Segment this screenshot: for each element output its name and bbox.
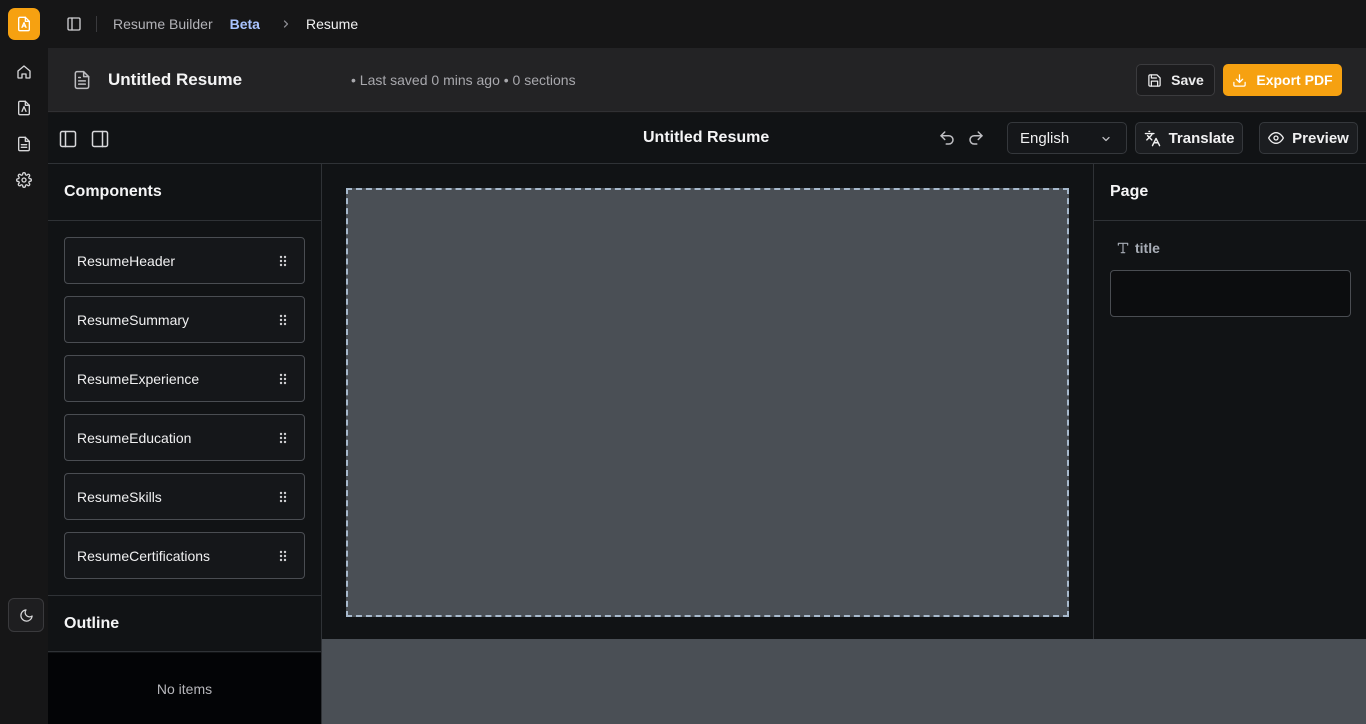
- resume-page-dropzone[interactable]: [346, 188, 1069, 617]
- app-rail: [0, 0, 48, 724]
- preview-label: Preview: [1292, 129, 1349, 147]
- canvas-overflow-area: [322, 639, 1366, 724]
- document-header: Untitled Resume • Last saved 0 mins ago …: [48, 48, 1366, 112]
- components-list: ResumeHeader ResumeSummary ResumeExperie…: [48, 221, 321, 579]
- breadcrumb-current: Resume: [305, 16, 359, 32]
- component-item[interactable]: ResumeEducation: [64, 414, 305, 461]
- language-select[interactable]: English: [1007, 122, 1127, 154]
- editor-title: Untitled Resume: [643, 129, 770, 146]
- home-icon[interactable]: [14, 62, 34, 82]
- drag-handle-icon[interactable]: [278, 491, 288, 503]
- download-icon: [1232, 73, 1247, 88]
- breadcrumb-app[interactable]: Resume Builder: [113, 16, 213, 32]
- component-label: ResumeHeader: [77, 252, 176, 269]
- title-input[interactable]: [1110, 270, 1351, 317]
- title-field-label: title: [1116, 240, 1160, 256]
- chevron-down-icon: [1100, 133, 1112, 145]
- component-item[interactable]: ResumeHeader: [64, 237, 305, 284]
- moon-icon: [19, 608, 34, 623]
- undo-icon[interactable]: [938, 129, 956, 147]
- drag-handle-icon[interactable]: [278, 314, 288, 326]
- toggle-left-panel-icon[interactable]: [58, 129, 78, 149]
- component-item[interactable]: ResumeCertifications: [64, 532, 305, 579]
- drag-handle-icon[interactable]: [278, 550, 288, 562]
- component-item[interactable]: ResumeExperience: [64, 355, 305, 402]
- component-item[interactable]: ResumeSummary: [64, 296, 305, 343]
- translate-icon: [1144, 130, 1161, 147]
- title-field-label-text: title: [1135, 240, 1160, 256]
- component-label: ResumeSkills: [77, 488, 162, 505]
- document-icon[interactable]: [14, 134, 34, 154]
- document-title: Untitled Resume: [108, 70, 243, 89]
- editor-toolbar: Untitled Resume English Translate Previe…: [48, 113, 1366, 164]
- text-type-icon: [1116, 241, 1130, 255]
- save-icon: [1147, 73, 1162, 88]
- document-icon: [72, 70, 92, 90]
- export-pdf-button[interactable]: Export PDF: [1223, 64, 1342, 96]
- sidebar-toggle-icon[interactable]: [66, 16, 82, 32]
- components-heading: Components: [48, 164, 321, 221]
- breadcrumb-bar: Resume Builder Beta Resume: [48, 0, 1366, 48]
- editor-canvas: [322, 164, 1093, 639]
- outline-heading: Outline: [48, 595, 321, 652]
- beta-badge: Beta: [229, 16, 260, 32]
- outline-empty-text: No items: [156, 680, 213, 697]
- component-label: ResumeEducation: [77, 429, 192, 446]
- drag-handle-icon[interactable]: [278, 373, 288, 385]
- gear-icon[interactable]: [14, 170, 34, 190]
- eye-icon: [1268, 130, 1285, 146]
- resume-file-icon[interactable]: [8, 8, 40, 40]
- outline-empty-state: No items: [48, 653, 321, 724]
- divider: [96, 16, 97, 32]
- chevron-right-icon: [280, 18, 292, 30]
- toggle-right-panel-icon[interactable]: [90, 129, 110, 149]
- preview-button[interactable]: Preview: [1259, 122, 1358, 154]
- save-button[interactable]: Save: [1136, 64, 1215, 96]
- drag-handle-icon[interactable]: [278, 255, 288, 267]
- component-label: ResumeCertifications: [77, 547, 211, 564]
- redo-icon[interactable]: [967, 129, 985, 147]
- properties-heading: Page: [1094, 164, 1366, 221]
- save-label: Save: [1171, 72, 1204, 88]
- component-item[interactable]: ResumeSkills: [64, 473, 305, 520]
- theme-toggle-button[interactable]: [8, 598, 44, 632]
- translate-button[interactable]: Translate: [1135, 122, 1243, 154]
- language-value: English: [1020, 129, 1070, 147]
- component-label: ResumeExperience: [77, 370, 200, 387]
- components-panel: Components ResumeHeader ResumeSummary Re…: [48, 164, 322, 724]
- translate-label: Translate: [1168, 129, 1235, 147]
- save-status: • Last saved 0 mins ago • 0 sections: [351, 72, 576, 88]
- drag-handle-icon[interactable]: [278, 432, 288, 444]
- properties-panel: Page title: [1093, 164, 1366, 639]
- export-label: Export PDF: [1256, 72, 1333, 88]
- component-label: ResumeSummary: [77, 311, 190, 328]
- resume-file-icon[interactable]: [14, 98, 34, 118]
